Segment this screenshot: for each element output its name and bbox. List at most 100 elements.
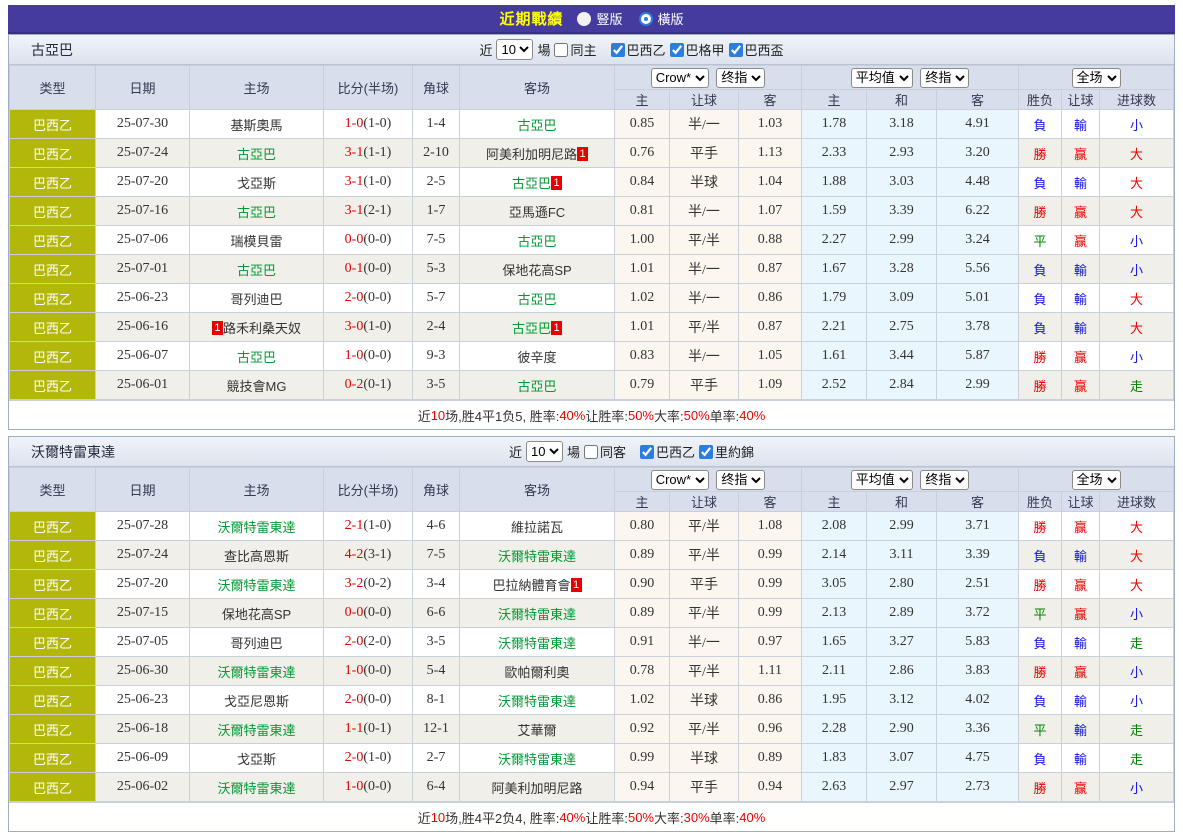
- result-cell: 勝: [1019, 371, 1062, 400]
- same-venue-checkbox[interactable]: [584, 445, 598, 459]
- asian-odds-cell: 0.81: [615, 197, 670, 226]
- col-ah-away: 客: [739, 492, 802, 512]
- match-row: 巴西乙25-07-20戈亞斯3-1(1-0)2-5古亞巴10.84半球1.041…: [10, 168, 1174, 197]
- euro-odds-cell: 2.13: [802, 599, 867, 628]
- team-name-text: 哥列迪巴: [230, 636, 282, 651]
- team-name-text: 沃爾特雷東達: [498, 549, 576, 564]
- date-cell: 25-07-16: [96, 197, 190, 226]
- result-cell: 輸: [1062, 541, 1100, 570]
- fulltime-score: 0-0: [345, 232, 364, 247]
- fulltime-score: 0-2: [345, 377, 364, 392]
- home-team-cell: 哥列迪巴: [190, 284, 324, 313]
- league-checkbox[interactable]: [699, 445, 713, 459]
- result-cell: 負: [1019, 168, 1062, 197]
- odds-stage-select[interactable]: 终指: [716, 470, 765, 490]
- home-team-cell: 沃爾特雷東達: [190, 512, 324, 541]
- scope-select[interactable]: 全场: [1072, 68, 1121, 88]
- euro-odds-cell: 2.90: [867, 715, 937, 744]
- red-card-badge: 1: [577, 147, 588, 161]
- asian-odds-cell: 0.94: [739, 773, 802, 802]
- score-cell: 0-0(0-0): [324, 599, 413, 628]
- corner-cell: 3-4: [413, 570, 460, 599]
- team-name-away: 沃爾特雷東達: [31, 442, 115, 462]
- asian-odds-cell: 半/一: [670, 197, 739, 226]
- league-checkbox[interactable]: [640, 445, 654, 459]
- euro-stage-select[interactable]: 终指: [920, 470, 969, 490]
- date-cell: 25-06-07: [96, 342, 190, 371]
- red-card-badge: 1: [551, 321, 562, 335]
- col-eu-draw: 和: [867, 492, 937, 512]
- team-name-text: 古亞巴: [512, 321, 551, 336]
- league-cell: 巴西乙: [10, 139, 96, 168]
- result-cell: 負: [1019, 541, 1062, 570]
- odds-stage-select[interactable]: 终指: [716, 68, 765, 88]
- match-row: 巴西乙25-06-23戈亞尼恩斯2-0(0-0)8-1沃爾特雷東達1.02半球0…: [10, 686, 1174, 715]
- league-checkbox[interactable]: [729, 43, 743, 57]
- asian-odds-cell: 0.88: [739, 226, 802, 255]
- scope-select[interactable]: 全场: [1072, 470, 1121, 490]
- section-header-away: 沃爾特雷東達 近 10 場 同客 巴西乙 里約錦: [9, 437, 1174, 467]
- near-label: 近: [479, 40, 492, 59]
- games-count-select[interactable]: 10: [496, 39, 533, 60]
- euro-odds-cell: 1.95: [802, 686, 867, 715]
- home-team-cell: 古亞巴: [190, 197, 324, 226]
- summary-segment: 50%: [628, 408, 654, 423]
- result-cell: 勝: [1019, 197, 1062, 226]
- halftime-score: (2-0): [363, 634, 391, 649]
- league-checkbox[interactable]: [670, 43, 684, 57]
- team-name-text: 巴拉納體育會: [492, 578, 570, 593]
- euro-odds-cell: 2.21: [802, 313, 867, 342]
- league-filter-2: 里約錦: [699, 442, 754, 461]
- games-count-select[interactable]: 10: [526, 441, 563, 462]
- date-cell: 25-06-02: [96, 773, 190, 802]
- col-ah-line: 让球: [670, 90, 739, 110]
- radio-horizontal-layout[interactable]: 橫版: [639, 9, 684, 28]
- result-cell: 負: [1019, 628, 1062, 657]
- date-cell: 25-06-30: [96, 657, 190, 686]
- same-venue-checkbox[interactable]: [554, 43, 568, 57]
- col-away: 客场: [460, 468, 615, 512]
- radio-unselected-icon[interactable]: [577, 12, 591, 26]
- euro-company-select[interactable]: 平均值: [851, 68, 913, 88]
- asian-odds-cell: 1.02: [615, 686, 670, 715]
- result-cell: 大: [1100, 284, 1174, 313]
- match-row: 巴西乙25-07-01古亞巴0-1(0-0)5-3保地花高SP1.01半/一0.…: [10, 255, 1174, 284]
- result-cell: 平: [1019, 226, 1062, 255]
- summary-segment: 近: [418, 406, 431, 425]
- result-cell: 走: [1100, 371, 1174, 400]
- field-label: 場: [537, 40, 550, 59]
- result-cell: 小: [1100, 686, 1174, 715]
- result-cell: 走: [1100, 628, 1174, 657]
- league-checkbox[interactable]: [611, 43, 625, 57]
- result-cell: 赢: [1062, 599, 1100, 628]
- team-name-text: 沃爾特雷東達: [217, 520, 295, 535]
- euro-odds-cell: 1.59: [802, 197, 867, 226]
- score-cell: 3-1(2-1): [324, 197, 413, 226]
- away-team-cell: 巴拉納體育會1: [460, 570, 615, 599]
- euro-company-select[interactable]: 平均值: [851, 470, 913, 490]
- asian-odds-cell: 半/一: [670, 110, 739, 139]
- league-filter-3: 巴西盃: [729, 40, 784, 59]
- score-cell: 1-0(0-0): [324, 773, 413, 802]
- odds-company-select[interactable]: Crow*: [651, 68, 709, 88]
- same-venue-label: 同主: [570, 40, 596, 59]
- team-name-text: 基斯奧馬: [230, 118, 282, 133]
- team-name-text: 古亞巴: [517, 118, 556, 133]
- euro-odds-cell: 1.78: [802, 110, 867, 139]
- euro-stage-select[interactable]: 终指: [920, 68, 969, 88]
- asian-odds-cell: 0.86: [739, 686, 802, 715]
- score-cell: 3-0(1-0): [324, 313, 413, 342]
- away-team-cell: 古亞巴1: [460, 168, 615, 197]
- summary-away: 近10场,胜4平2负4, 胜率:40% 让胜率:50% 大率:30% 单率:40…: [9, 802, 1174, 831]
- radio-vertical-layout[interactable]: 豎版: [577, 9, 622, 28]
- asian-odds-cell: 平/半: [670, 512, 739, 541]
- result-cell: 大: [1100, 313, 1174, 342]
- result-cell: 輸: [1062, 110, 1100, 139]
- team-name-text: 古亞巴: [517, 292, 556, 307]
- radio-selected-icon[interactable]: [639, 12, 653, 26]
- odds-company-select[interactable]: Crow*: [651, 470, 709, 490]
- halftime-score: (2-1): [363, 203, 391, 218]
- asian-odds-cell: 1.13: [739, 139, 802, 168]
- home-team-cell: 古亞巴: [190, 255, 324, 284]
- team-name-text: 沃爾特雷東達: [498, 694, 576, 709]
